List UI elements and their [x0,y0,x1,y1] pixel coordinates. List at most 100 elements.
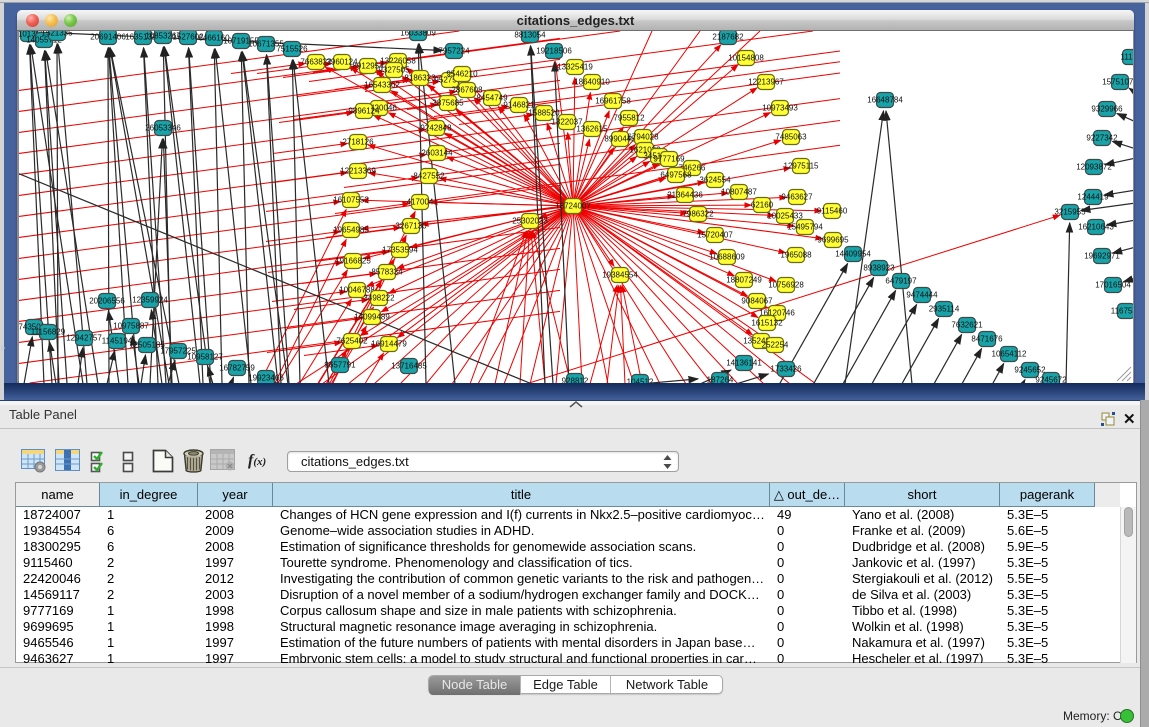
svg-text:3624554: 3624554 [699,176,731,185]
svg-text:7485063: 7485063 [775,133,807,142]
svg-text:1615132: 1615132 [751,319,783,328]
svg-text:20206556: 20206556 [89,297,125,306]
svg-text:2718126: 2718126 [342,138,374,147]
svg-text:9245672: 9245672 [1035,376,1067,384]
svg-text:14136141: 14136141 [726,359,762,368]
svg-text:17353594: 17353594 [382,246,418,255]
svg-text:18640910: 18640910 [574,78,610,87]
svg-text:9227342: 9227342 [1086,134,1118,143]
svg-text:12975115: 12975115 [784,162,820,171]
svg-text:2935114: 2935114 [929,305,960,314]
svg-text:18724007: 18724007 [555,202,591,211]
svg-text:26053346: 26053346 [145,124,181,133]
svg-text:9463627: 9463627 [781,193,813,202]
svg-text:1362615: 1362615 [576,125,608,134]
svg-text:8471676: 8471676 [971,335,1003,344]
svg-text:10154808: 10154808 [728,54,764,63]
svg-text:9242848: 9242848 [420,124,452,133]
svg-text:8427552: 8427552 [413,172,445,181]
svg-text:15751074: 15751074 [1102,78,1133,87]
svg-text:10654112: 10654112 [992,350,1028,359]
svg-text:10807487: 10807487 [721,188,757,197]
svg-text:9546210: 9546210 [446,70,478,79]
svg-text:8578334: 8578334 [371,268,403,277]
svg-text:12359924: 12359924 [132,296,168,305]
svg-text:252254: 252254 [762,341,789,350]
svg-text:9777169: 9777169 [653,155,685,164]
svg-text:21364436: 21364436 [667,191,703,200]
svg-text:9084067: 9084067 [741,297,773,306]
svg-text:16107552: 16107552 [333,196,369,205]
svg-text:3215955: 3215955 [1054,208,1086,217]
svg-text:15720407: 15720407 [697,231,733,240]
svg-text:9115460: 9115460 [817,207,848,216]
svg-text:13716485: 13716485 [391,362,427,371]
svg-text:9657791: 9657791 [324,361,356,370]
svg-text:3267130: 3267130 [395,222,427,231]
svg-text:17016504: 17016504 [1095,281,1131,290]
svg-text:16961758: 16961758 [595,97,631,106]
svg-text:10756928: 10756928 [768,281,804,290]
svg-text:19692971: 19692971 [1084,252,1120,261]
svg-text:62160: 62160 [751,201,774,210]
svg-text:1521335: 1521335 [41,31,73,38]
svg-text:6497568: 6497568 [660,171,692,180]
svg-text:8938923: 8938923 [863,264,895,273]
svg-text:1167533: 1167533 [1111,307,1133,316]
svg-text:13325419: 13325419 [557,63,593,72]
svg-text:11170: 11170 [1120,53,1133,62]
svg-text:3498222: 3498222 [363,294,395,303]
svg-text:8813054: 8813054 [514,31,546,40]
svg-text:7986322: 7986322 [682,210,714,219]
svg-text:16543362: 16543362 [364,81,400,90]
svg-text:16210643: 16210643 [1078,223,1114,232]
svg-text:7632621: 7632621 [951,321,983,330]
svg-text:25302033: 25302033 [512,217,548,226]
svg-text:11156829: 11156829 [31,328,66,337]
svg-text:16033809: 16033809 [400,31,436,38]
svg-text:10958127: 10958127 [187,353,223,362]
svg-text:19654985: 19654985 [333,226,369,235]
svg-text:16648784: 16648784 [867,96,903,105]
svg-text:1588520: 1588520 [528,109,560,118]
svg-text:7955812: 7955812 [613,114,645,123]
svg-text:6479197: 6479197 [885,277,917,286]
svg-text:9474444: 9474444 [906,291,938,300]
svg-text:1733426: 1733426 [770,365,802,374]
svg-text:19166825: 19166825 [335,257,371,266]
svg-text:1145194: 1145194 [102,337,133,346]
svg-text:187264: 187264 [707,376,734,384]
svg-text:19218506: 19218506 [536,47,572,56]
svg-text:10975887: 10975887 [113,322,149,331]
svg-text:417004: 417004 [407,198,434,207]
svg-text:9329966: 9329966 [1091,105,1123,114]
svg-text:7625402: 7625402 [336,337,368,346]
svg-text:18807249: 18807249 [726,276,762,285]
svg-text:16782759: 16782759 [219,364,255,373]
svg-text:7515526: 7515526 [276,45,308,54]
svg-text:14409954: 14409954 [835,250,871,259]
svg-text:7957224: 7957224 [438,47,470,56]
svg-text:20691406: 20691406 [90,33,126,42]
svg-text:15495794: 15495794 [787,223,823,232]
svg-text:16914479: 16914479 [371,340,407,349]
svg-text:12213967: 12213967 [748,78,784,87]
svg-text:10688609: 10688609 [709,253,745,262]
svg-text:9896124: 9896124 [348,107,380,116]
svg-text:14099489: 14099489 [354,313,390,322]
svg-text:10025433: 10025433 [767,212,803,221]
svg-text:12213369: 12213369 [340,167,376,176]
svg-text:3875685: 3875685 [432,99,464,108]
svg-text:12093872: 12093872 [1076,163,1112,172]
svg-text:1965088: 1965088 [780,251,812,260]
svg-text:19384554: 19384554 [602,271,638,280]
svg-text:12942757: 12942757 [66,334,102,343]
svg-text:6794028: 6794028 [627,133,659,142]
svg-text:1244419: 1244419 [1077,193,1109,202]
svg-text:2187682: 2187682 [712,33,744,42]
svg-text:10973493: 10973493 [762,104,798,113]
svg-text:9245652: 9245652 [1014,366,1046,375]
svg-text:9699695: 9699695 [817,236,849,245]
svg-text:19923466: 19923466 [248,374,284,383]
svg-text:8186323: 8186323 [404,74,436,83]
